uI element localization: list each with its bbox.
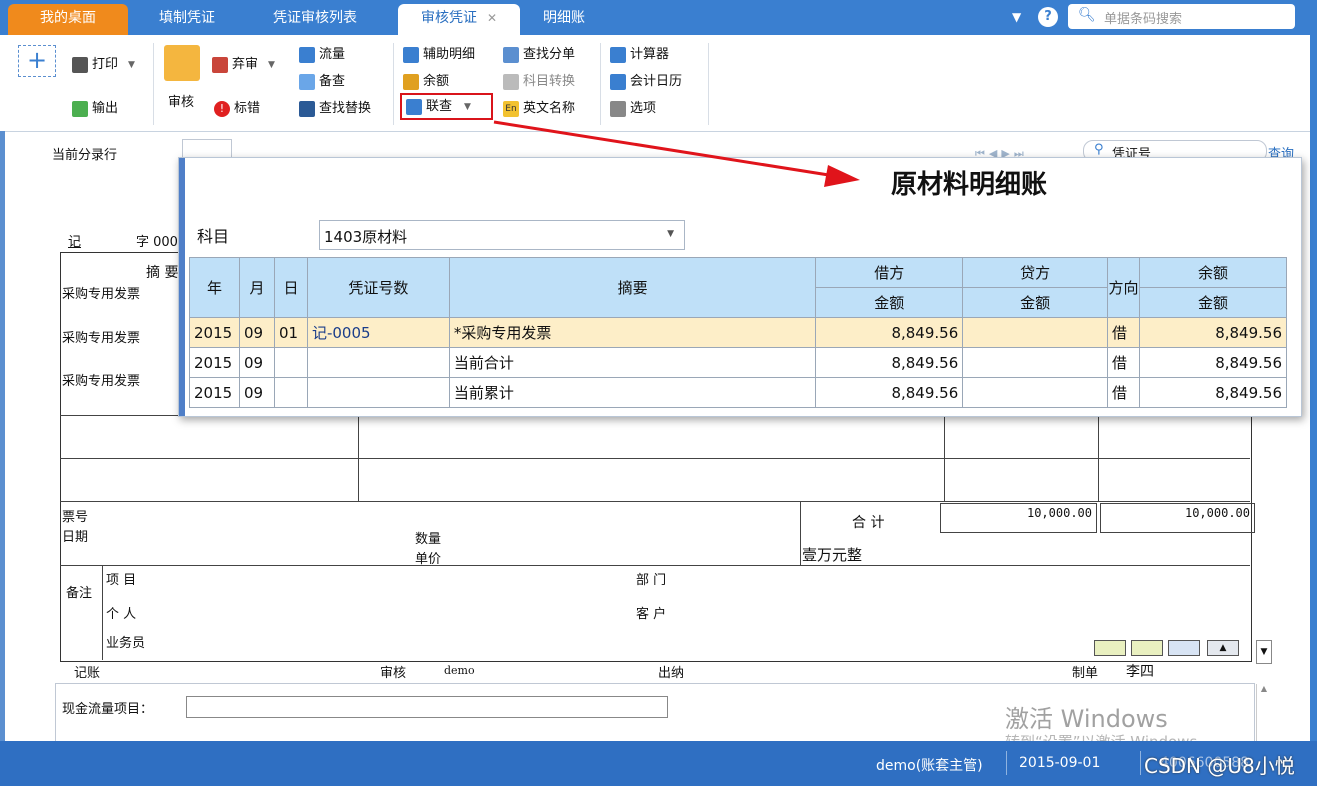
status-divider	[1140, 751, 1141, 775]
csdn-watermark: CSDN @U8小悦	[1144, 754, 1295, 778]
annotation-arrow	[493, 120, 860, 187]
activation-watermark: 激活 Windows	[1005, 705, 1168, 733]
status-date: 2015-09-01	[1019, 755, 1101, 771]
status-divider	[1006, 751, 1007, 775]
status-user: demo(账套主管)	[876, 758, 983, 774]
status-bar: demo(账套主管) 2015-09-01 4006600588 CSDN @U…	[0, 741, 1317, 786]
